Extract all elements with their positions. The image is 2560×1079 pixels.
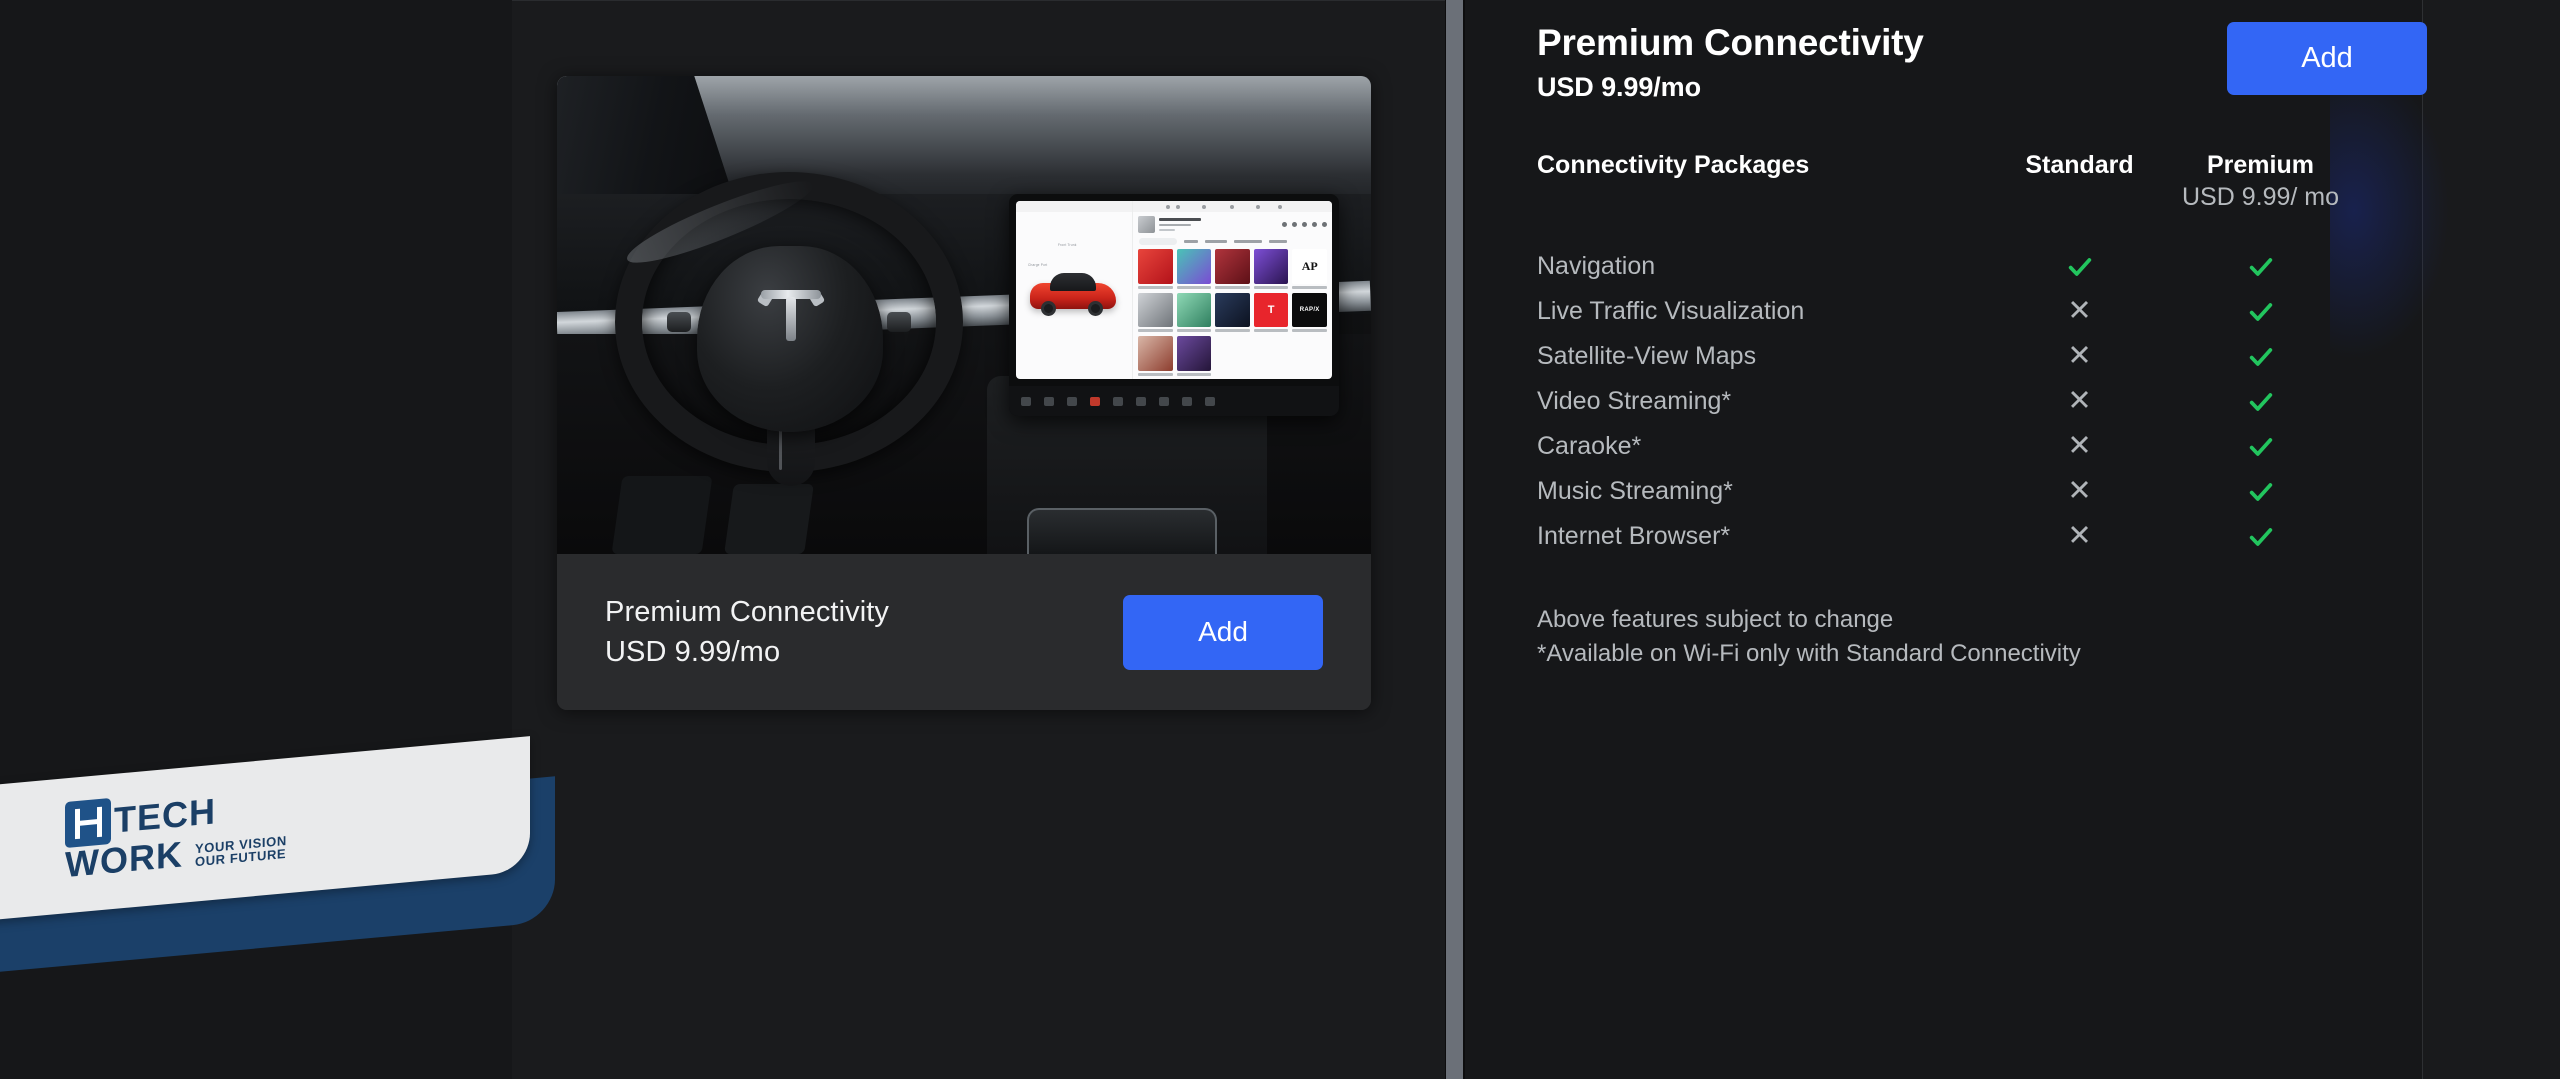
table-row: Live Traffic Visualization ✕ (1537, 289, 2351, 334)
header-premium-label: Premium (2207, 151, 2314, 179)
header-premium: Premium USD 9.99/ mo (2170, 151, 2351, 210)
touchscreen-dock (1009, 386, 1339, 416)
nav-dock-icon (1113, 396, 1123, 406)
row-feature-label: Navigation (1537, 252, 1656, 280)
product-card-price: USD 9.99/mo (605, 635, 781, 668)
detail-header: Premium Connectivity USD 9.99/mo Add (1537, 0, 2427, 103)
volume-dock-icon (1205, 396, 1215, 406)
watermark-tagline: YOUR VISION OUR FUTURE (195, 833, 287, 870)
panel-top-divider (512, 0, 1445, 1)
product-card-footer: Premium Connectivity USD 9.99/mo Add (557, 554, 1371, 710)
check-icon-premium (2170, 478, 2351, 506)
table-row: Internet Browser* ✕ (1537, 514, 2351, 559)
console-lip (1027, 508, 1217, 554)
x-icon-standard: ✕ (2067, 340, 2092, 372)
tesla-tile-icon: T (1253, 292, 1289, 328)
product-card-title: Premium Connectivity (605, 595, 890, 628)
x-icon-standard: ✕ (2067, 430, 2092, 462)
row-feature-label: Live Traffic Visualization (1537, 297, 1805, 325)
table-row: Caraoke* ✕ (1537, 424, 2351, 469)
note-features-change: Above features subject to change (1537, 606, 1894, 633)
x-icon-standard: ✕ (2067, 475, 2092, 507)
playback-controls (1282, 222, 1327, 227)
phone-dock-icon (1136, 396, 1146, 406)
premium-connectivity-detail: Premium Connectivity USD 9.99/mo Add Con… (1537, 0, 2427, 1079)
accelerator-pedal (611, 476, 713, 554)
detail-price: USD 9.99/mo (1537, 72, 1701, 102)
row-feature-label: Video Streaming* (1537, 387, 1732, 415)
media-tile-grid: AP T RAP/X (1133, 249, 1332, 376)
check-icon-standard (1989, 253, 2170, 281)
note-wifi-only: *Available on Wi-Fi only with Standard C… (1537, 640, 2081, 668)
row-feature-label: Caraoke* (1537, 432, 1642, 460)
detail-title: Premium Connectivity (1537, 22, 1924, 63)
now-playing-row (1133, 212, 1332, 235)
vertical-scrollbar[interactable] (1446, 0, 1463, 1079)
check-icon-premium (2170, 253, 2351, 281)
check-icon-premium (2170, 298, 2351, 326)
table-notes: Above features subject to change *Availa… (1537, 603, 2427, 671)
row-feature-label: Internet Browser* (1537, 522, 1731, 550)
header-standard: Standard (2025, 151, 2134, 179)
header-feature: Connectivity Packages (1537, 151, 1810, 179)
table-row: Video Streaming* ✕ (1537, 379, 2351, 424)
detail-header-text: Premium Connectivity USD 9.99/mo (1537, 22, 1924, 103)
rapx-tile-icon: RAP/X (1292, 292, 1327, 328)
brake-pedal (724, 484, 814, 554)
background-right (2423, 0, 2560, 1079)
x-icon-standard: ✕ (2067, 295, 2092, 327)
product-card[interactable]: Front Trunk Charge Port AP T RAP/X Premi… (557, 76, 1371, 710)
right-scroll-wheel (887, 312, 911, 332)
table-row: Music Streaming* ✕ (1537, 469, 2351, 514)
media-tabs (1133, 235, 1332, 249)
seat-dock-icon (1067, 396, 1077, 406)
touchscreen-display: Front Trunk Charge Port AP T RAP/X (1016, 201, 1332, 379)
x-icon-standard: ✕ (2067, 520, 2092, 552)
car-interior-photo: Front Trunk Charge Port AP T RAP/X (557, 76, 1371, 554)
media-pane: AP T RAP/X (1132, 201, 1332, 379)
steering-wheel (615, 172, 963, 486)
check-icon-premium (2170, 343, 2351, 371)
check-icon-premium (2170, 523, 2351, 551)
ap-tile-icon: AP (1292, 249, 1327, 284)
vehicle-view-pane: Front Trunk Charge Port (1016, 201, 1132, 379)
car-render-icon (1030, 271, 1116, 316)
x-icon-standard: ✕ (2067, 385, 2092, 417)
product-card-text: Premium Connectivity USD 9.99/mo (605, 596, 889, 669)
connectivity-comparison-table: Connectivity Packages Standard Premium U… (1537, 151, 2351, 559)
tesla-logo-icon (756, 290, 826, 341)
table-row: Navigation (1537, 244, 2351, 289)
watermark-logo: TECH WORK YOUR VISION OUR FUTURE (0, 736, 580, 973)
left-scroll-wheel (667, 312, 691, 332)
album-art-icon (1138, 216, 1155, 233)
controls-dock-icon (1044, 396, 1054, 406)
check-icon-premium (2170, 388, 2351, 416)
row-feature-label: Music Streaming* (1537, 477, 1733, 505)
add-button-card[interactable]: Add (1123, 594, 1323, 670)
add-button-panel[interactable]: Add (2227, 22, 2427, 95)
calendar-dock-icon (1159, 396, 1169, 406)
row-feature-label: Satellite-View Maps (1537, 342, 1757, 370)
center-touchscreen: Front Trunk Charge Port AP T RAP/X (1009, 194, 1339, 416)
camera-dock-icon (1182, 396, 1192, 406)
table-row: Satellite-View Maps ✕ (1537, 334, 2351, 379)
car-dock-icon (1021, 396, 1031, 406)
media-dock-icon (1090, 396, 1100, 406)
check-icon-premium (2170, 433, 2351, 461)
header-premium-price: USD 9.99/ mo (2181, 183, 2339, 211)
table-body: Navigation Live Traffic Visualization ✕ Sat… (1537, 244, 2351, 559)
screenshot-root: Front Trunk Charge Port AP T RAP/X Premi… (0, 0, 2560, 1079)
table-header-row: Connectivity Packages Standard Premium U… (1537, 151, 2351, 210)
